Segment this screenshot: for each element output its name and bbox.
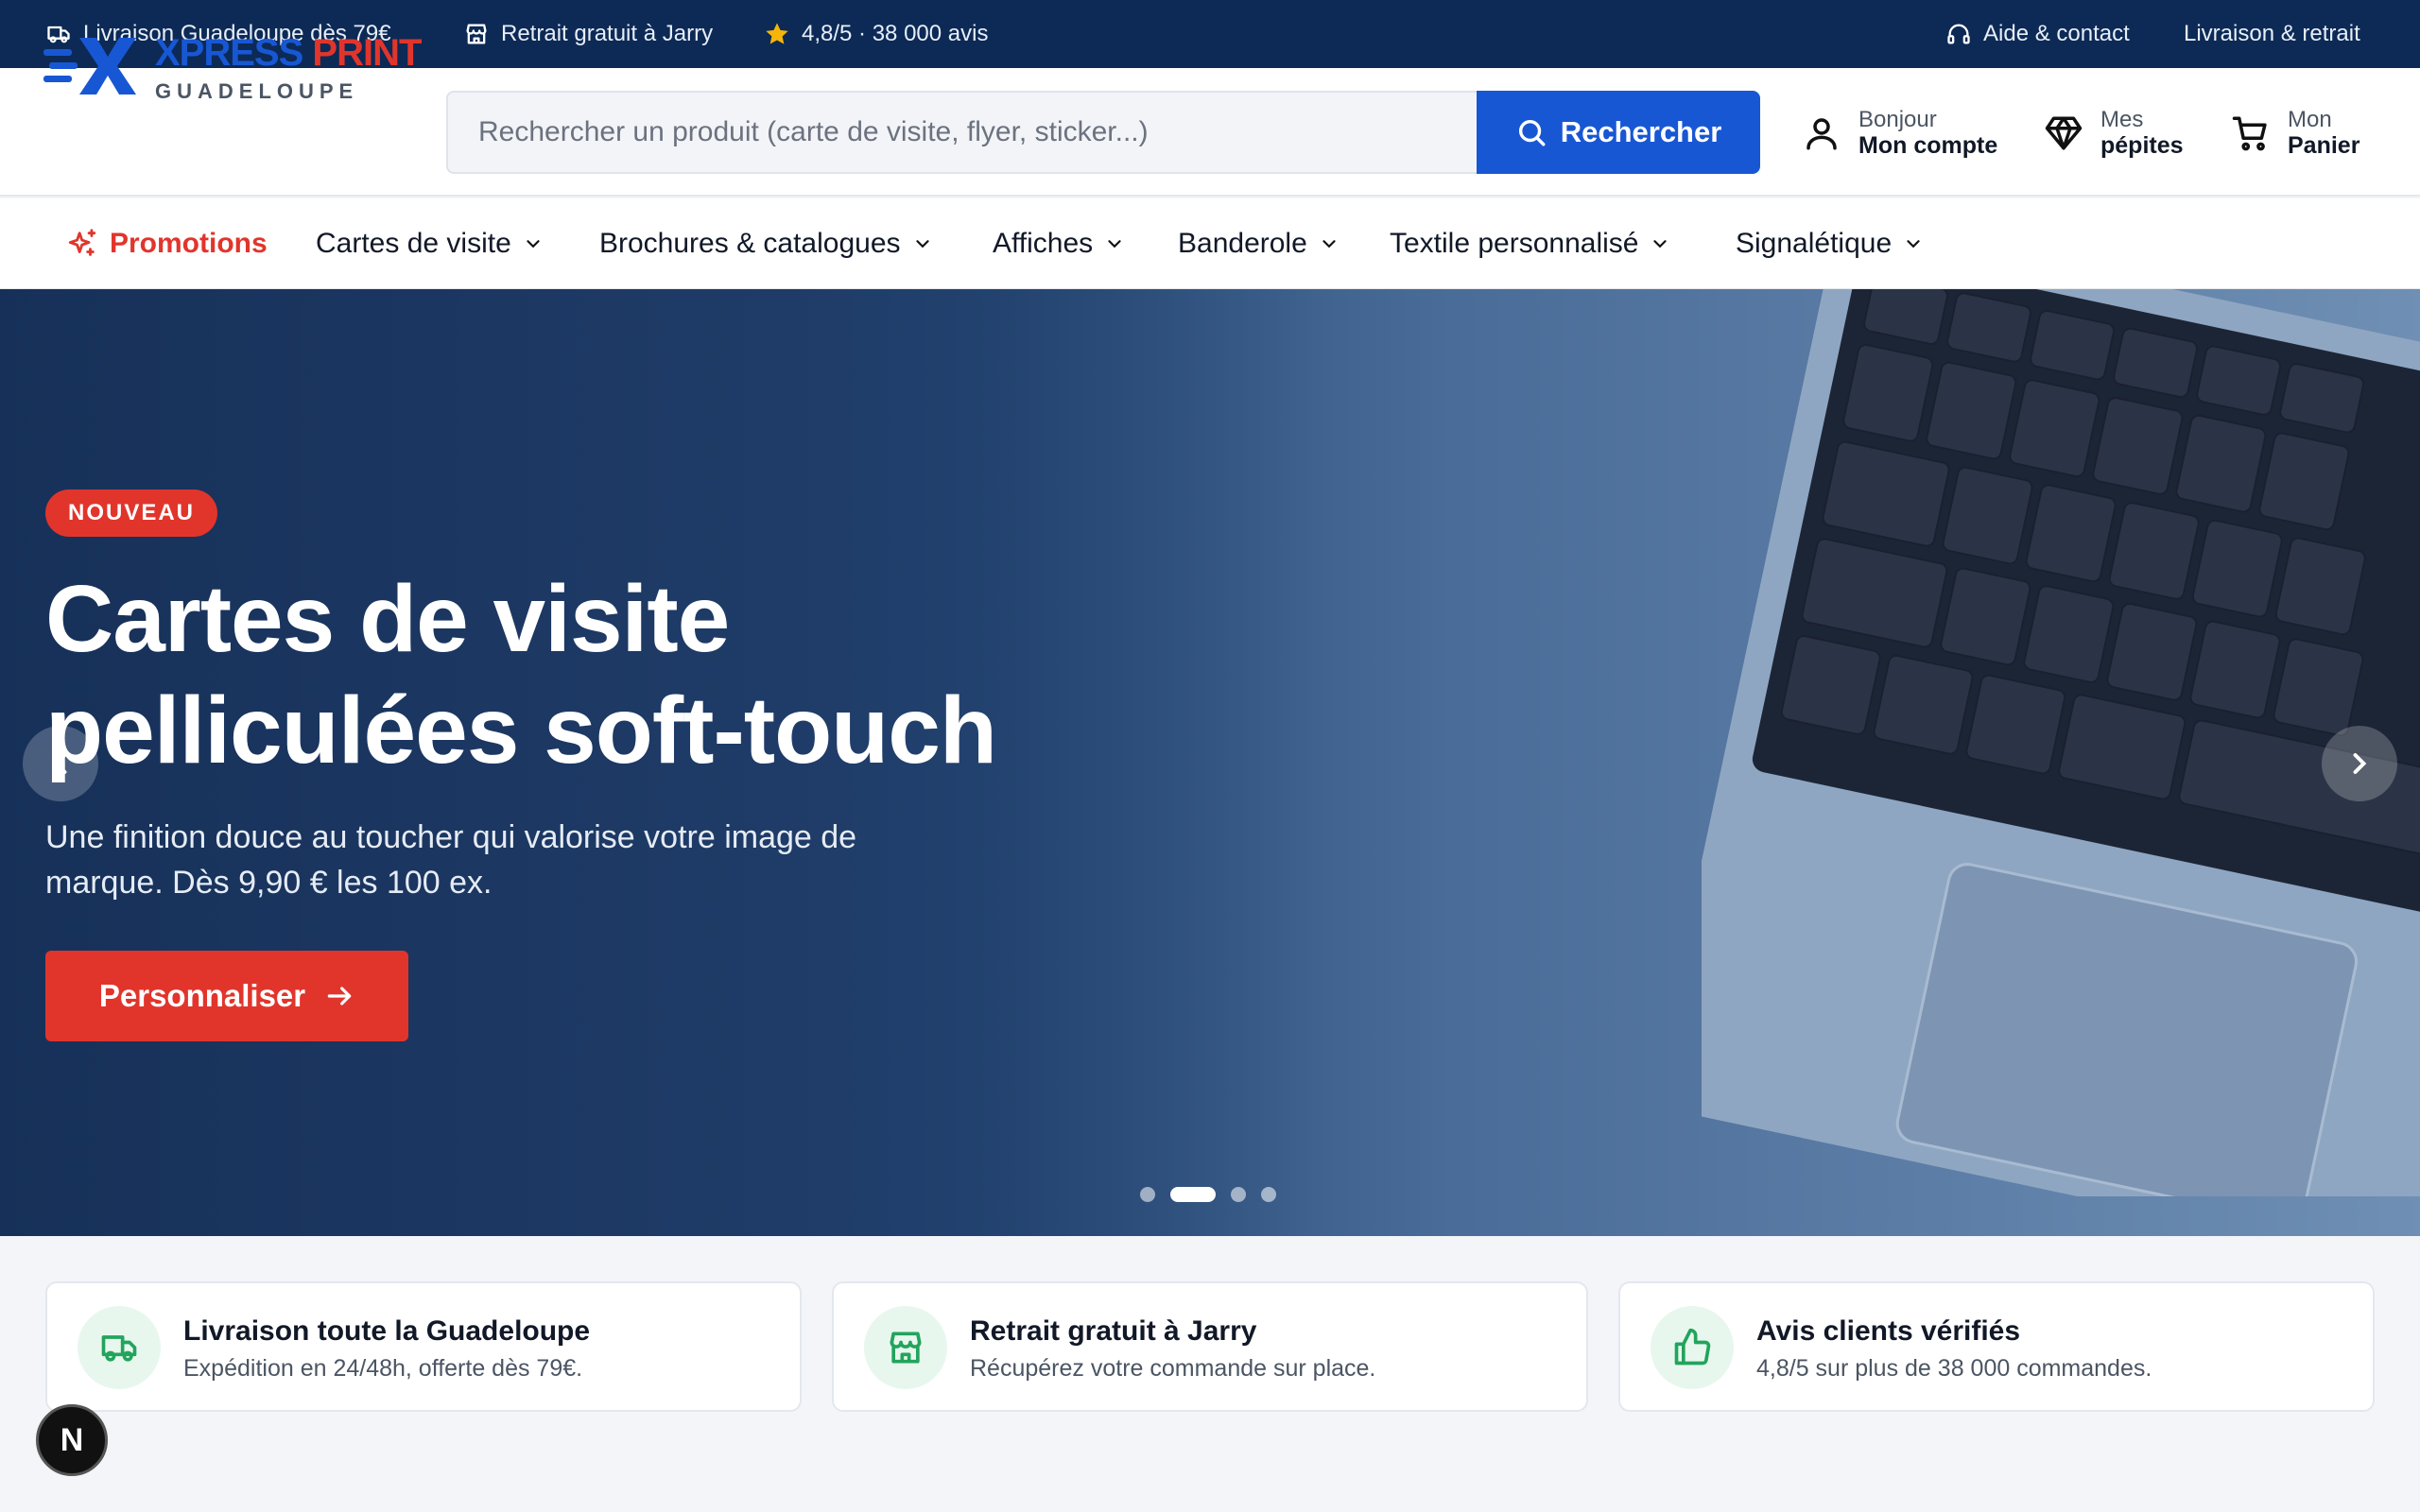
nav-item-label: Signalétique [1736, 228, 1893, 259]
carousel-dot[interactable] [1140, 1187, 1155, 1202]
chevron-down-icon [1108, 240, 1121, 249]
feature-subtitle: 4,8/5 sur plus de 38 000 commandes. [1756, 1355, 2152, 1382]
customize-button-label: Personnaliser [98, 978, 306, 1013]
cart-line1: Mon [2288, 106, 2332, 132]
hero-title: Cartes de visite pelliculées soft-touch [45, 566, 997, 783]
pickup-info: Retrait gratuit à Jarry [463, 0, 713, 68]
feature-card-delivery: Livraison toute la Guadeloupe Expédition… [45, 1281, 802, 1412]
sparkles-icon [68, 229, 96, 256]
headset-icon [1947, 24, 1970, 44]
feature-title: Livraison toute la Guadeloupe [183, 1315, 591, 1347]
feature-title: Avis clients vérifiés [1756, 1315, 2021, 1347]
feature-card-reviews: Avis clients vérifiés 4,8/5 sur plus de … [1618, 1281, 2375, 1412]
nav-item-label: Banderole [1178, 228, 1307, 259]
account-label: Mon compte [1858, 132, 1998, 160]
new-badge: NOUVEAU [45, 490, 218, 537]
cart-line2: Panier [2288, 132, 2360, 160]
nav-item-label: Affiches [993, 228, 1094, 259]
account-button[interactable]: Bonjour Mon compte [1802, 100, 1997, 166]
search-bar: Rechercher [446, 91, 1760, 174]
nav-item-promotions[interactable]: Promotions [66, 198, 268, 289]
carousel-dot[interactable] [1261, 1187, 1276, 1202]
arrow-right-icon [327, 987, 352, 1005]
nav-item-label: Brochures & catalogues [599, 228, 901, 259]
star-icon [766, 23, 788, 44]
hero-subtitle: Une finition douce au toucher qui valori… [45, 819, 857, 901]
carousel-prev-button[interactable] [23, 726, 98, 801]
account-greeting: Bonjour [1858, 106, 1937, 132]
diamond-icon [2045, 116, 2083, 150]
nav-promotions-label: Promotions [110, 228, 268, 259]
feature-title: Retrait gratuit à Jarry [970, 1315, 1257, 1347]
help-contact-link[interactable]: Aide & contact [1945, 0, 2130, 68]
truck-icon [101, 1335, 137, 1362]
rating-info: 4,8/5 · 38 000 avis [764, 0, 988, 68]
logo-x-mark [43, 38, 136, 94]
shipping-pickup-link[interactable]: Livraison & retrait [2184, 0, 2360, 68]
search-button[interactable]: Rechercher [1477, 91, 1760, 174]
carousel-next-button[interactable] [2322, 726, 2397, 801]
pickup-info-text: Retrait gratuit à Jarry [501, 21, 714, 46]
nav-item-brochures[interactable]: Brochures & catalogues [599, 198, 933, 289]
nuggets-line2: pépites [2100, 132, 2184, 160]
search-button-label: Rechercher [1560, 115, 1722, 148]
thumbs-up-icon [1674, 1328, 1711, 1366]
rating-info-text: 4,8/5 · 38 000 avis [802, 21, 989, 46]
carousel-dot[interactable] [1170, 1187, 1216, 1202]
site-logo[interactable]: XPRESS PRINT GUADELOUPE [43, 32, 422, 108]
cart-button[interactable]: Mon Panier [2231, 100, 2360, 166]
chevron-down-icon [1907, 240, 1920, 249]
customize-button[interactable]: Personnaliser [45, 951, 408, 1041]
chevron-down-icon [1322, 240, 1336, 249]
carousel-dots [1140, 1187, 1276, 1202]
nav-item-label: Textile personnalisé [1390, 228, 1639, 259]
store-icon [890, 1332, 922, 1364]
logo-subtitle: GUADELOUPE [155, 79, 359, 103]
laptop-illustration [1702, 289, 2420, 1196]
dev-tools-badge[interactable]: N [36, 1404, 108, 1476]
search-icon [1518, 119, 1546, 146]
search-input[interactable] [446, 91, 1478, 174]
chevron-right-icon [2353, 753, 2367, 774]
chevron-down-icon [915, 240, 929, 249]
user-icon [1806, 118, 1837, 150]
feature-icon-wrap [78, 1306, 161, 1389]
shipping-pickup-label: Livraison & retrait [2184, 21, 2360, 46]
feature-card-pickup: Retrait gratuit à Jarry Récupérez votre … [832, 1281, 1588, 1412]
logo-wordmark: XPRESS PRINT [155, 32, 422, 74]
carousel-dot[interactable] [1231, 1187, 1246, 1202]
feature-subtitle: Récupérez votre commande sur place. [970, 1355, 1376, 1382]
chevron-left-icon [53, 753, 67, 774]
nav-item-label: Cartes de visite [316, 228, 511, 259]
nuggets-line1: Mes [2100, 106, 2144, 132]
hero-carousel: NOUVEAU Cartes de visite pelliculées sof… [0, 289, 2420, 1236]
nav-item-business-cards[interactable]: Cartes de visite [316, 198, 544, 289]
main-nav: Promotions Cartes de visite Brochures & … [0, 198, 2420, 289]
nav-item-banners[interactable]: Banderole [1178, 198, 1340, 289]
feature-icon-wrap [1651, 1306, 1734, 1389]
chevron-down-icon [1653, 240, 1668, 249]
feature-icon-wrap [864, 1306, 947, 1389]
feature-subtitle: Expédition en 24/48h, offerte dès 79€. [183, 1355, 583, 1382]
help-contact-label: Aide & contact [1983, 21, 2130, 46]
chevron-down-icon [527, 240, 540, 249]
store-icon [466, 24, 487, 44]
nav-item-signage[interactable]: Signalétique [1736, 198, 1924, 289]
nav-item-posters[interactable]: Affiches [993, 198, 1125, 289]
nuggets-button[interactable]: Mes pépites [2044, 100, 2184, 166]
nav-item-textile[interactable]: Textile personnalisé [1390, 198, 1670, 289]
cart-icon [2232, 116, 2267, 151]
